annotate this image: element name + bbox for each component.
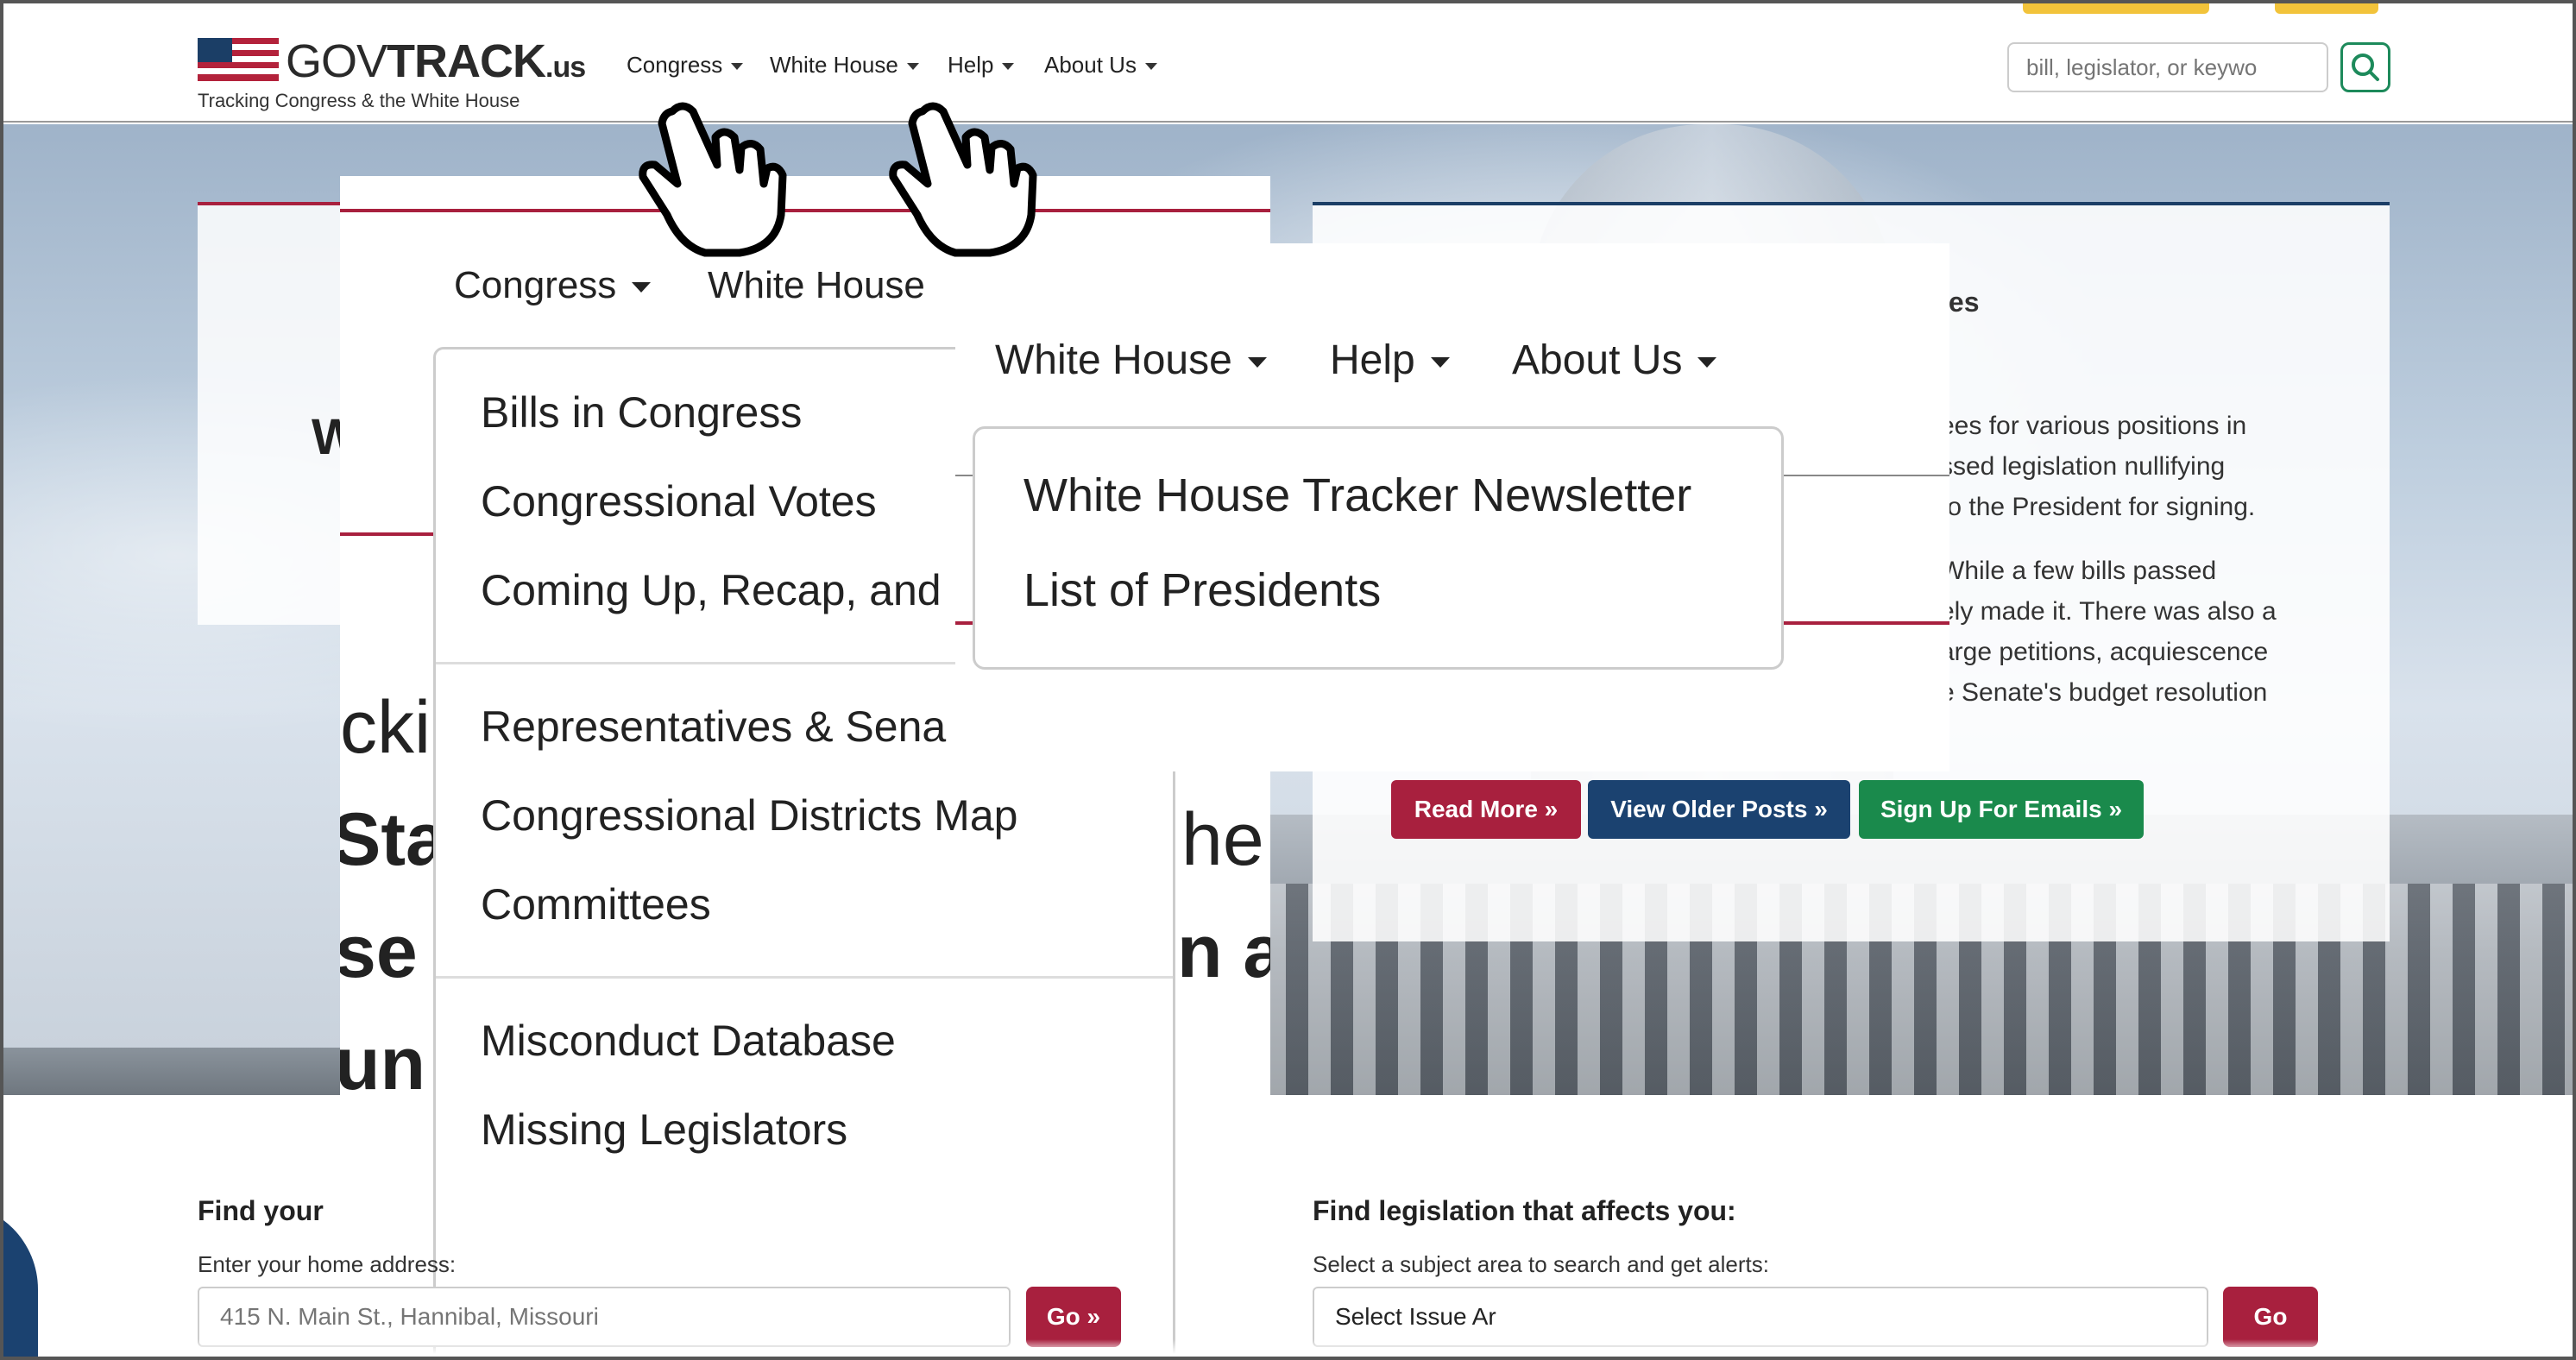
text-line: ssed legislation nullifying	[1940, 452, 2226, 481]
zoom-nav-about-us[interactable]: About Us	[1512, 337, 1717, 384]
building-rail-image	[3, 1048, 340, 1095]
menu-item-presidents[interactable]: List of Presidents	[1023, 564, 1381, 617]
site-header: GOVTRACK.us Tracking Congress & the Whit…	[3, 3, 2573, 123]
chevron-down-icon	[1247, 357, 1267, 368]
hero-text-fragment: se	[340, 910, 418, 993]
logo-track: TRACK	[387, 35, 546, 87]
nav-about-us[interactable]: About Us	[1044, 52, 1157, 79]
hero-text-fragment: cki	[340, 686, 431, 769]
header-accent-bar	[2023, 3, 2209, 14]
menu-item-votes[interactable]: Congressional Votes	[481, 476, 877, 526]
bottom-fade	[3, 1339, 2573, 1357]
hero-text-fragment: Sta	[340, 798, 447, 881]
nav-white-house-label: White House	[770, 52, 898, 78]
zoom-nav-white-house-label: White House	[708, 264, 925, 306]
zoom-nav-white-house-2-label: White House	[995, 337, 1232, 383]
menu-divider	[436, 976, 1173, 979]
hand-pointer-icon	[639, 102, 787, 257]
text-line: ees for various positions in	[1940, 412, 2247, 440]
chevron-down-icon	[731, 63, 744, 71]
chevron-down-icon	[632, 282, 652, 293]
view-older-posts-button[interactable]: View Older Posts »	[1588, 780, 1850, 839]
menu-item-misconduct[interactable]: Misconduct Database	[481, 1016, 896, 1066]
nav-about-label: About Us	[1044, 52, 1137, 78]
search-input[interactable]	[2007, 42, 2328, 92]
logo-tagline: Tracking Congress & the White House	[198, 90, 520, 111]
hero-text-fragment: un	[340, 1023, 426, 1105]
blog-paragraph-1: ees for various positions in ssed legisl…	[1940, 406, 2255, 527]
nav-congress[interactable]: Congress	[627, 52, 744, 79]
menu-item-bills[interactable]: Bills in Congress	[481, 387, 802, 438]
zoom-nav-help-label: Help	[1330, 337, 1415, 383]
white-house-dropdown-menu: White House Tracker Newsletter List of P…	[973, 426, 1784, 670]
menu-item-committees[interactable]: Committees	[481, 879, 711, 929]
menu-item-newsletter[interactable]: White House Tracker Newsletter	[1023, 469, 1691, 522]
nav-congress-label: Congress	[627, 52, 723, 78]
hand-pointer-icon	[889, 102, 1037, 257]
page: GOVTRACK.us Tracking Congress & the Whit…	[0, 0, 2576, 1360]
issue-area-select[interactable]: Select Issue Ar	[1313, 1287, 2208, 1347]
blog-paragraph-2: While a few bills passed ely made it. Th…	[1940, 551, 2277, 713]
issue-go-button[interactable]: Go	[2223, 1287, 2318, 1347]
find-legislation-title: Find legislation that affects you:	[1313, 1195, 1736, 1226]
chevron-down-icon	[1697, 357, 1717, 368]
chevron-down-icon	[906, 63, 919, 71]
read-more-button[interactable]: Read More »	[1391, 780, 1581, 839]
find-rep-subtitle: Enter your home address:	[198, 1251, 457, 1277]
hero-text-fragment: he	[1181, 798, 1264, 881]
chevron-down-icon	[1430, 357, 1450, 368]
zoom-inset-white-house-menu: White House Help About Us White House Tr…	[955, 243, 1949, 771]
nav-white-house[interactable]: White House	[770, 52, 919, 79]
us-flag-icon	[198, 38, 279, 81]
menu-item-missing-legislators[interactable]: Missing Legislators	[481, 1105, 847, 1155]
menu-item-representatives[interactable]: Representatives & Sena	[481, 702, 946, 752]
address-input[interactable]	[198, 1287, 1011, 1347]
site-logo[interactable]: GOVTRACK.us Tracking Congress & the Whit…	[198, 35, 586, 114]
hero-text-fragment: n a	[1177, 910, 1270, 993]
header-accent-bar	[2275, 3, 2378, 14]
zoom-nav-about-label: About Us	[1512, 337, 1683, 383]
text-line: arge petitions, acquiescence	[1940, 638, 2269, 666]
zoom-nav-white-house[interactable]: White House	[708, 264, 925, 307]
search-icon	[2352, 54, 2379, 81]
card-accent-line	[340, 209, 1270, 212]
text-line: While a few bills passed	[1940, 557, 2217, 585]
menu-item-districts-map[interactable]: Congressional Districts Map	[481, 790, 1017, 841]
zoom-nav-help[interactable]: Help	[1330, 337, 1450, 384]
chevron-down-icon	[1002, 63, 1015, 71]
logo-suffix: .us	[545, 51, 586, 84]
logo-gov: GOV	[286, 35, 387, 87]
menu-item-coming-up[interactable]: Coming Up, Recap, and	[481, 565, 942, 615]
zoom-nav-white-house-2[interactable]: White House	[995, 337, 1267, 384]
zoom-nav-congress-label: Congress	[454, 264, 617, 306]
find-rep-title: Find your	[198, 1195, 324, 1226]
sign-up-emails-button[interactable]: Sign Up For Emails »	[1859, 780, 2144, 839]
logo-wordmark: GOVTRACK.us	[286, 35, 586, 88]
text-line: ely made it. There was also a	[1940, 597, 2277, 626]
chevron-down-icon	[1144, 63, 1157, 71]
nav-help[interactable]: Help	[948, 52, 1015, 79]
zoom-nav-congress[interactable]: Congress	[454, 264, 652, 307]
find-legislation-subtitle: Select a subject area to search and get …	[1313, 1251, 1769, 1277]
search-button[interactable]	[2340, 42, 2390, 92]
nav-help-label: Help	[948, 52, 994, 78]
corner-decoration	[3, 1203, 38, 1357]
text-line: e Senate's budget resolution	[1940, 678, 2268, 707]
address-go-button[interactable]: Go »	[1026, 1287, 1121, 1347]
text-line: to the President for signing.	[1940, 493, 2256, 521]
